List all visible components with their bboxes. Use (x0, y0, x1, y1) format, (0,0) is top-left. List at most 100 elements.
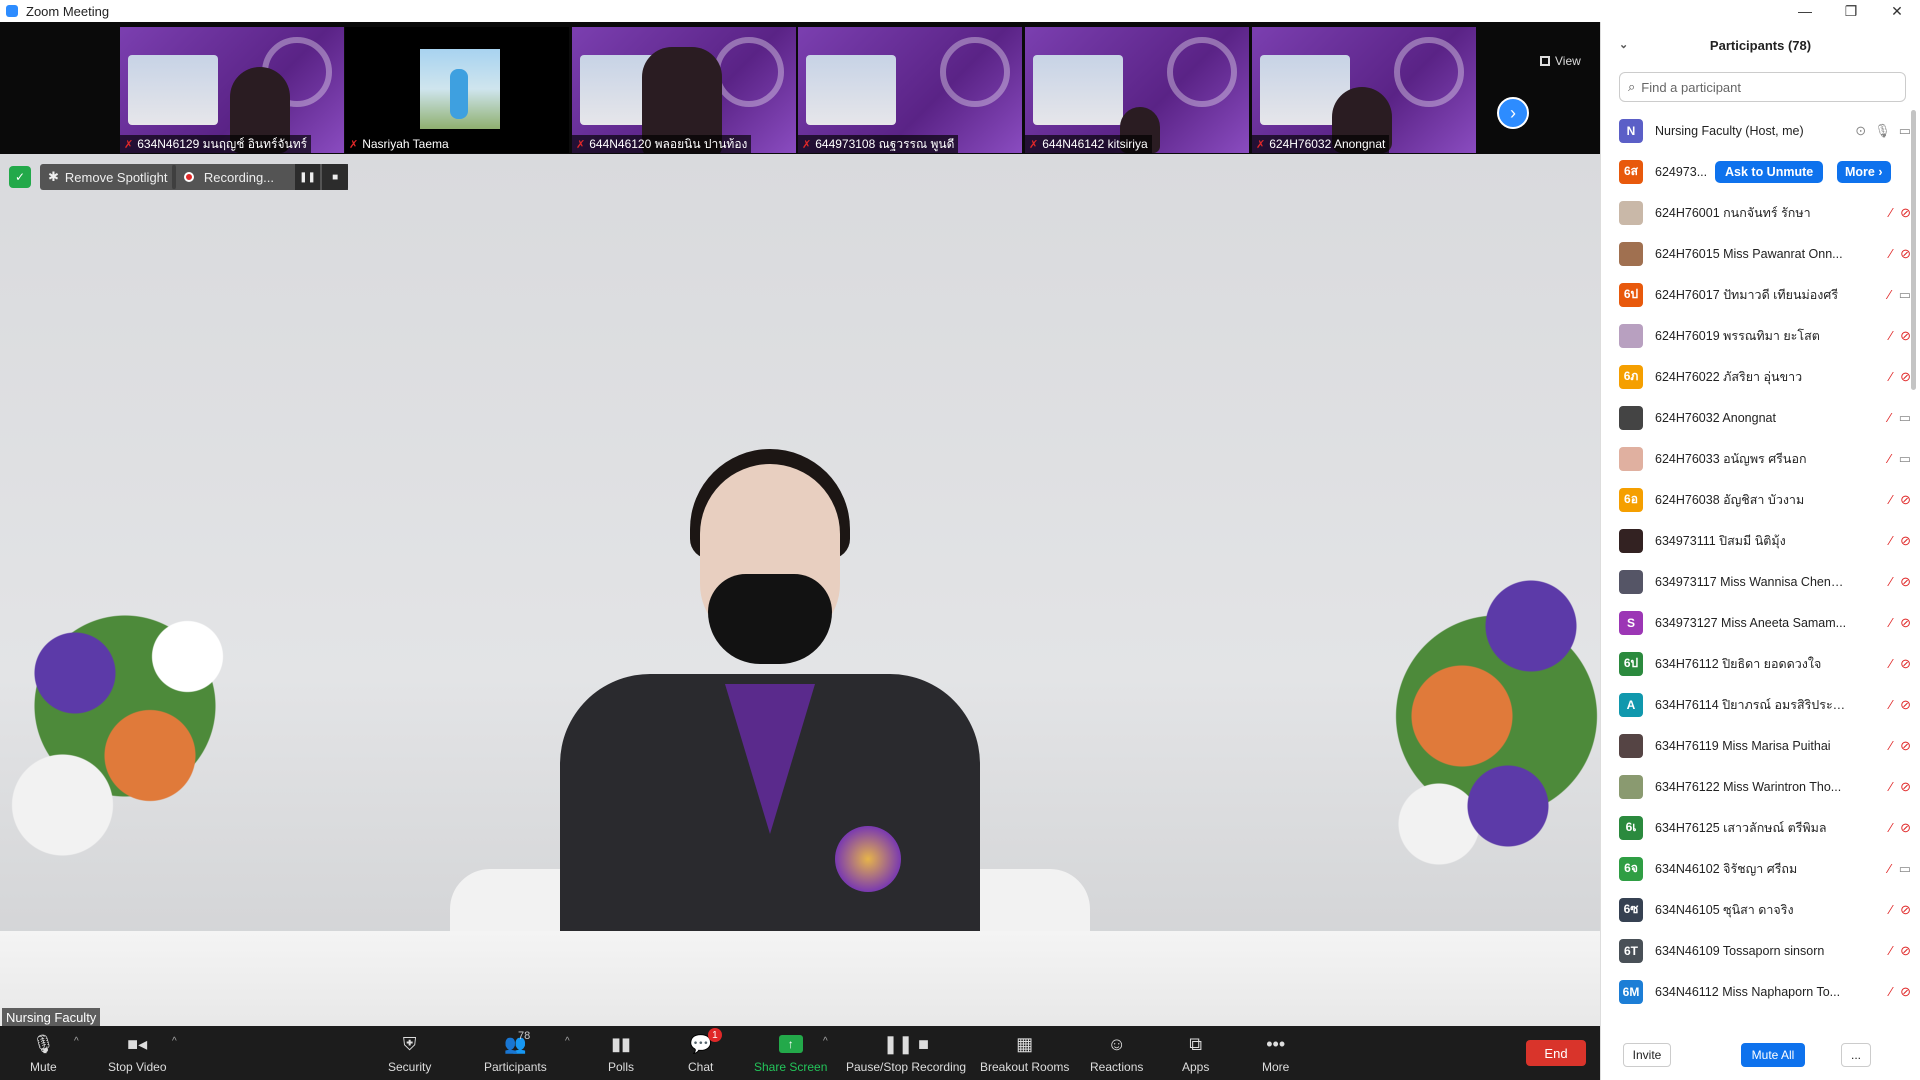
grid-icon (1540, 56, 1550, 66)
thumbnail-name: ✗ 644N46142 kitsiriya (1025, 135, 1152, 153)
video-off-icon: ⊘ (1900, 573, 1911, 589)
participant-name: 634973111 ปิสมมี นิติมุ้ง (1655, 533, 1786, 548)
muted-mic-icon: ⁄ (1888, 450, 1891, 466)
next-page-button[interactable]: › (1497, 97, 1529, 129)
invite-button[interactable]: Invite (1623, 1043, 1671, 1067)
participant-list: N Nursing Faculty (Host, me) ⊙ 🎙 ▭ 6ส 624973..… (1601, 110, 1911, 1020)
participants-options-caret[interactable]: ^ (565, 1036, 570, 1047)
thumbnail-video[interactable]: ✗ 644N46142 kitsiriya (1025, 27, 1249, 153)
mute-all-button[interactable]: Mute All (1741, 1043, 1805, 1067)
participant-row[interactable]: 624H76019 พรรณทิมา ยะโสต ⁄ ⊘ (1601, 315, 1911, 356)
thumbnail-video[interactable]: ✗ 644973108 ณฐวรรณ พูนดี (798, 27, 1022, 153)
end-meeting-button[interactable]: End (1526, 1040, 1586, 1066)
participant-name: 634H76119 Miss Marisa Puithai (1655, 738, 1831, 753)
participant-search-input[interactable]: ⌕ Find a participant (1619, 72, 1906, 102)
polls-button[interactable]: ▮▮ Polls (608, 1032, 634, 1075)
pause-recording-button[interactable]: ❚❚ (294, 164, 321, 190)
participant-row[interactable]: 634973111 ปิสมมี นิติมุ้ง ⁄ ⊘ (1601, 520, 1911, 561)
participant-row[interactable]: 6T 634N46109 Tossaporn sinsorn ⁄ ⊘ (1601, 930, 1911, 971)
chevron-down-icon[interactable]: ⌄ (1619, 38, 1628, 51)
participants-panel: ⌄ Participants (78) ⌕ Find a participant… (1600, 22, 1920, 1080)
avatar: S (1619, 610, 1643, 635)
profile-photo (420, 49, 500, 129)
participant-row[interactable]: 6M 634N46112 Miss Naphaporn To... ⁄ ⊘ (1601, 971, 1911, 1012)
video-options-caret[interactable]: ^ (172, 1036, 177, 1047)
participant-status-icons: ⁄ ▭ (1889, 451, 1911, 467)
stop-recording-button[interactable]: ■ (322, 164, 349, 190)
participant-row[interactable]: 634H76119 Miss Marisa Puithai ⁄ ⊘ (1601, 725, 1911, 766)
participant-row[interactable]: 634H76122 Miss Warintron Tho... ⁄ ⊘ (1601, 766, 1911, 807)
participant-more-button[interactable]: More › (1837, 160, 1891, 183)
encryption-shield-icon[interactable]: ✓ (9, 166, 31, 188)
participant-row[interactable]: N Nursing Faculty (Host, me) ⊙ 🎙 ▭ (1601, 110, 1911, 151)
thumbnail-name: ✗ 644N46120 พลอยนิน ปานท้อง (572, 135, 752, 153)
share-options-caret[interactable]: ^ (823, 1036, 828, 1047)
close-button[interactable]: ✕ (1874, 0, 1920, 22)
participant-status-icons: ⁄ ⊘ (1890, 984, 1911, 1000)
apps-button[interactable]: ⧉ Apps (1182, 1032, 1209, 1075)
muted-mic-icon: ✗ (124, 138, 134, 151)
chat-button[interactable]: 💬 1 Chat (688, 1028, 722, 1074)
pause-stop-recording-button[interactable]: ❚❚ ■ Pause/Stop Recording (846, 1032, 966, 1075)
audio-options-caret[interactable]: ^ (74, 1036, 79, 1047)
video-off-icon: ⊘ (1900, 942, 1911, 958)
participant-row[interactable]: 6ป 624H76017 ปัทมาวดี เทียนม่องศรี ⁄ ▭ (1601, 274, 1911, 315)
maximize-button[interactable]: ❐ (1828, 0, 1874, 22)
participants-button[interactable]: 👥 78 Participants (484, 1030, 547, 1074)
view-button[interactable]: View (1540, 54, 1581, 68)
participant-row[interactable]: 6ซ 634N46105 ซุนิสา ดาจริง ⁄ ⊘ (1601, 889, 1911, 930)
more-options-button[interactable]: ... (1841, 1043, 1871, 1067)
scrollbar[interactable] (1911, 110, 1916, 390)
more-button[interactable]: ••• More (1262, 1032, 1289, 1075)
window-title: Zoom Meeting (26, 3, 110, 19)
participant-row[interactable]: 6ป 634H76112 ปิยธิดา ยอดดวงใจ ⁄ ⊘ (1601, 643, 1911, 684)
participant-row[interactable]: 624H76001 กนกจันทร์ รักษา ⁄ ⊘ (1601, 192, 1911, 233)
reactions-button[interactable]: ☺ Reactions (1090, 1032, 1143, 1075)
chat-unread-badge: 1 (707, 1028, 722, 1042)
stop-video-button[interactable]: ■◂ Stop Video (108, 1032, 167, 1075)
security-button[interactable]: ⛨ Security (388, 1032, 431, 1075)
pause-stop-icon: ❚❚ ■ (883, 1033, 930, 1054)
minimize-button[interactable]: — (1782, 0, 1828, 22)
thumbnail-video[interactable]: ✗ Nasriyah Taema (345, 27, 569, 153)
remove-spotlight-button[interactable]: ✱ Remove Spotlight (40, 164, 176, 190)
participant-row[interactable]: S 634973127 Miss Aneeta Samam... ⁄ ⊘ (1601, 602, 1911, 643)
avatar (1619, 200, 1643, 225)
thumbnail-video[interactable]: ✗ 644N46120 พลอยนิน ปานท้อง (572, 27, 796, 153)
participant-row[interactable]: 6เ 634H76125 เสาวลักษณ์ ตรีพิมล ⁄ ⊘ (1601, 807, 1911, 848)
emoji-icon: ☺ (1107, 1033, 1126, 1054)
window-controls: — ❐ ✕ (1782, 0, 1920, 22)
breakout-rooms-button[interactable]: ▦ Breakout Rooms (980, 1032, 1069, 1075)
muted-mic-icon: ⁄ (1888, 286, 1891, 302)
avatar (1619, 405, 1643, 430)
microphone-icon: 🎙 (31, 1033, 55, 1054)
participant-row[interactable]: 624H76015 Miss Pawanrat Onn... ⁄ ⊘ (1601, 233, 1911, 274)
thumbnail-name: ✗ 644973108 ณฐวรรณ พูนดี (798, 135, 959, 153)
participant-row[interactable]: 6จ 634N46102 จิรัชญา ศรีถม ⁄ ▭ (1601, 848, 1911, 889)
thumbnail-name: ✗ Nasriyah Taema (345, 135, 453, 153)
avatar (1619, 323, 1643, 348)
participant-status-icons: ⁄ ⊘ (1890, 820, 1911, 836)
thumbnail-video[interactable]: ✗ 634N46129 มนฤญช์ อินทร์จันทร์ (120, 27, 344, 153)
participant-row[interactable]: 6ภ 624H76022 ภัสริยา อุ่นขาว ⁄ ⊘ (1601, 356, 1911, 397)
participant-row[interactable]: 6อ 624H76038 อัญชิสา บัวงาม ⁄ ⊘ (1601, 479, 1911, 520)
avatar: N (1619, 118, 1643, 143)
participant-name: 624973... (1655, 164, 1708, 179)
video-off-icon: ⊘ (1900, 901, 1911, 917)
participant-row[interactable]: 634973117 Miss Wannisa Chena... ⁄ ⊘ (1601, 561, 1911, 602)
muted-mic-icon: ⁄ (1889, 573, 1893, 589)
participant-row[interactable]: 624H76033 อนัญพร ศรีนอก ⁄ ▭ (1601, 438, 1911, 479)
mute-button[interactable]: 🎙 Mute (30, 1032, 57, 1075)
participant-name: 624H76001 กนกจันทร์ รักษา (1655, 205, 1811, 220)
participant-row[interactable]: A 634H76114 ปิยาภรณ์ อมรสิริประภัส ⁄ ⊘ (1601, 684, 1911, 725)
muted-mic-icon: ⁄ (1889, 614, 1893, 630)
participant-name: 624H76017 ปัทมาวดี เทียนม่องศรี (1655, 287, 1839, 302)
table (0, 931, 1600, 1026)
share-screen-button[interactable]: ↑ Share Screen (754, 1032, 827, 1074)
participant-row[interactable]: 624H76032 Anongnat ⁄ ▭ (1601, 397, 1911, 438)
ask-to-unmute-button[interactable]: Ask to Unmute (1715, 160, 1824, 183)
thumbnail-video[interactable]: ✗ 624H76032 Anongnat (1252, 27, 1476, 153)
participant-row[interactable]: 6ส 624973... Ask to Unmute More › (1601, 151, 1911, 192)
recording-dot-icon (184, 172, 194, 182)
video-off-icon: ⊘ (1900, 368, 1911, 384)
